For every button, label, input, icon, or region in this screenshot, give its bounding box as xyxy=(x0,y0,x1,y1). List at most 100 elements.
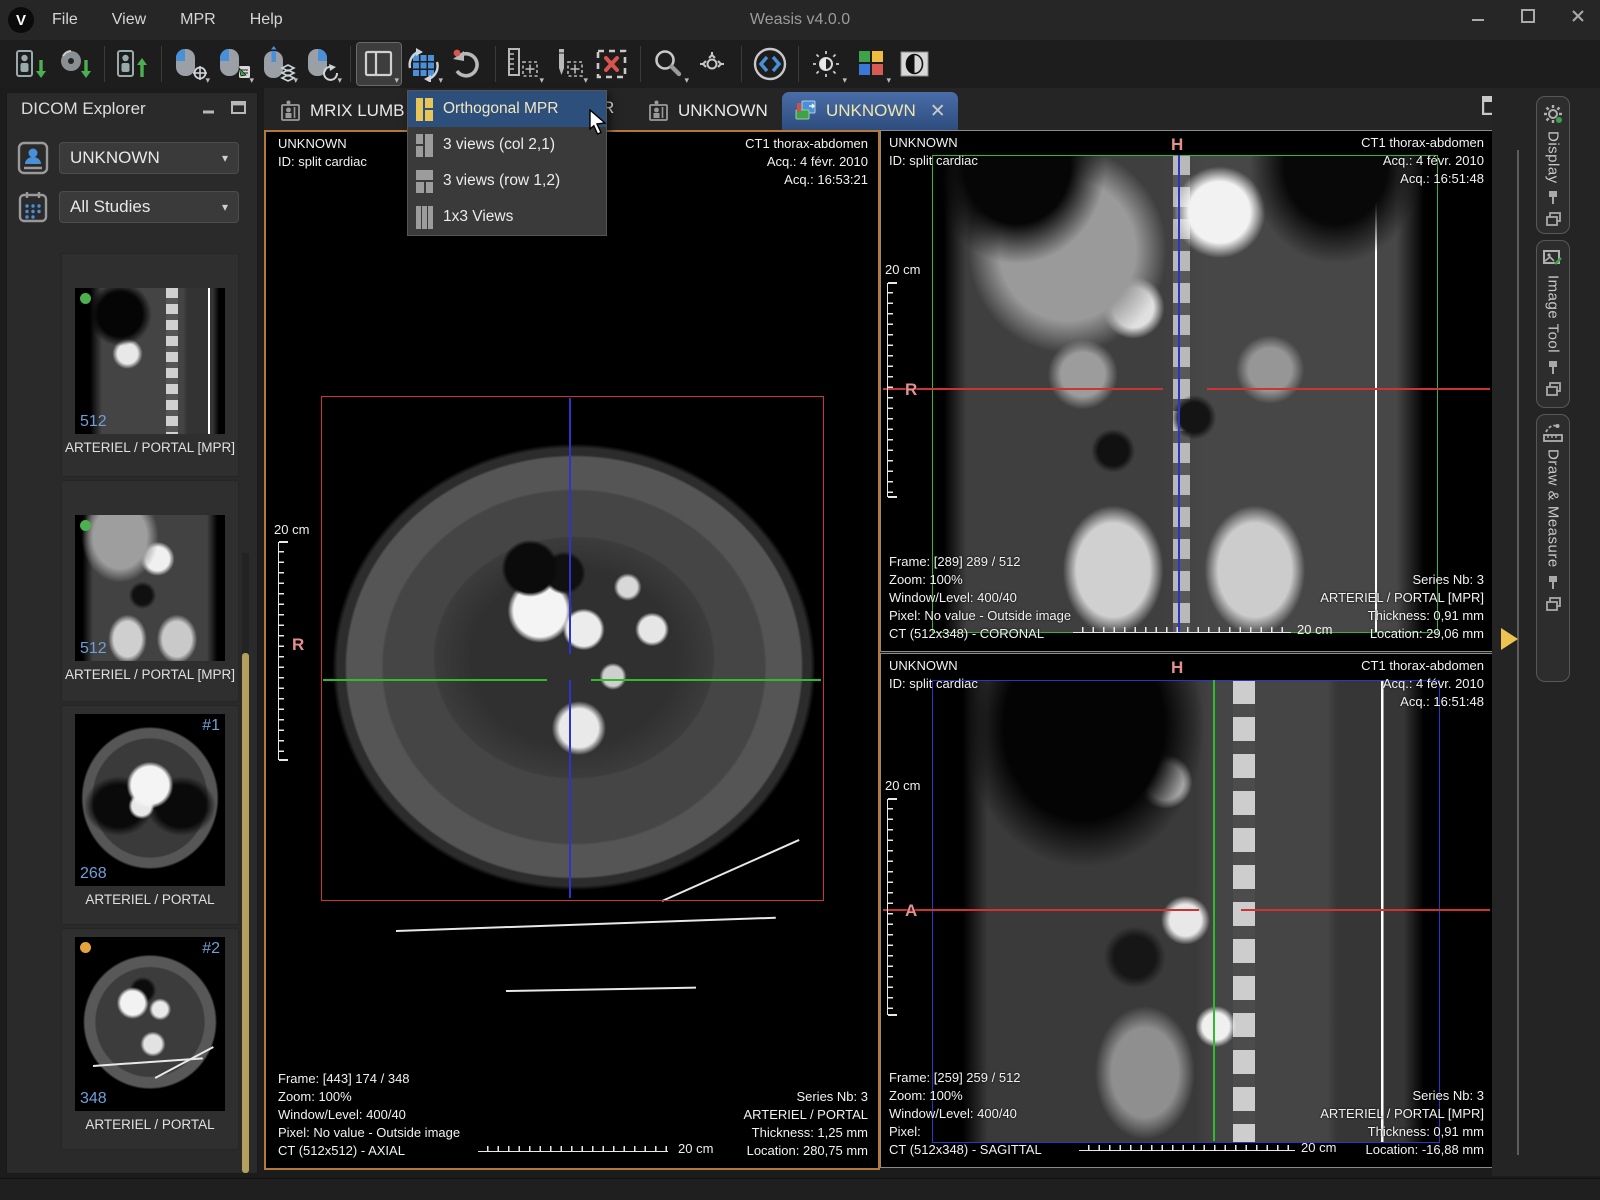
crosshair-coronal-line[interactable] xyxy=(1213,680,1215,1141)
loaded-status-dot xyxy=(80,520,91,531)
horizontal-ruler xyxy=(1073,625,1291,633)
series-label: ARTERIEL / PORTAL [MPR] xyxy=(62,440,238,463)
crosshair-sagittal-line[interactable] xyxy=(1178,155,1180,632)
scrollbar-thumb[interactable] xyxy=(242,653,249,1173)
maximize-icon[interactable] xyxy=(1520,8,1536,24)
series-thumbnail[interactable]: 512 ARTERIEL / PORTAL [MPR] xyxy=(61,480,239,702)
best-fit-icon[interactable] xyxy=(748,43,792,85)
cd-import-icon[interactable] xyxy=(54,43,98,85)
close-icon[interactable] xyxy=(1570,8,1586,24)
layout-1x3-icon xyxy=(416,206,433,229)
study-select[interactable]: All Studies▾ xyxy=(59,191,239,223)
vertical-ruler xyxy=(887,799,895,1015)
explorer-scrollbar[interactable] xyxy=(242,553,249,1173)
explorer-title: DICOM Explorer xyxy=(21,99,146,119)
reset-icon[interactable] xyxy=(445,43,489,85)
gear-icon xyxy=(1543,104,1563,124)
mouse-right-rotate-icon[interactable]: ▾ xyxy=(300,43,344,85)
app-logo-icon: V xyxy=(8,7,34,33)
measure-icon[interactable]: ▾ xyxy=(502,43,546,85)
mouse-left-context-icon[interactable]: ▾ xyxy=(212,43,256,85)
horizontal-ruler xyxy=(478,1144,668,1152)
series-thumbnail[interactable]: #1 268 ARTERIEL / PORTAL xyxy=(61,705,239,925)
dicom-export-icon[interactable] xyxy=(111,43,155,85)
dicom-import-icon[interactable] xyxy=(10,43,54,85)
coronal-view[interactable]: H R 20 cm 20 cm UNKNOWNID: split cardiac… xyxy=(880,130,1493,652)
mouse-cursor-icon xyxy=(586,109,612,137)
frame-overlay: Frame: [443] 174 / 348Zoom: 100%Window/L… xyxy=(278,1070,460,1160)
right-panel-strip: Display Image Tool Draw & Measure xyxy=(1492,88,1600,1176)
detach-window-icon[interactable] xyxy=(1546,597,1561,611)
series-thumbnail[interactable]: #2 348 ARTERIEL / PORTAL xyxy=(61,928,239,1150)
xray-patient-icon xyxy=(648,100,670,122)
title-bar: V File View MPR Help Weasis v4.0.0 xyxy=(0,0,1600,40)
delete-measure-icon[interactable] xyxy=(590,43,634,85)
tab-image-tool[interactable]: Image Tool xyxy=(1536,240,1570,408)
pin-icon[interactable] xyxy=(1546,190,1560,205)
series-number-badge: #1 xyxy=(202,717,220,735)
crosshair-sagittal-line[interactable] xyxy=(569,398,571,654)
menu-bar: File View MPR Help xyxy=(52,11,283,29)
menu-item-1x3-views[interactable]: 1x3 Views xyxy=(408,199,606,235)
menu-item-orthogonal-mpr[interactable]: Orthogonal MPR xyxy=(408,91,606,127)
panel-restore-icon[interactable] xyxy=(231,100,247,121)
layout-icon[interactable]: ▾ xyxy=(357,43,401,85)
mouse-middle-series-icon[interactable]: ▾ xyxy=(256,43,300,85)
patient-select[interactable]: UNKNOWN▾ xyxy=(59,142,239,174)
crosshair-coronal-line[interactable] xyxy=(323,679,547,681)
series-label: ARTERIEL / PORTAL xyxy=(62,1117,238,1140)
layout-dropdown-menu: Orthogonal MPR 3 views (col 2,1) 3 views… xyxy=(407,90,607,236)
tab-display[interactable]: Display xyxy=(1536,96,1570,234)
tab-draw-measure[interactable]: Draw & Measure xyxy=(1536,414,1570,682)
study-overlay: CT1 thorax-abdomenAcq.: 4 févr. 2010Acq.… xyxy=(1361,134,1484,188)
tab-unknown-active[interactable]: UNKNOWN ✕ xyxy=(782,92,958,130)
menu-item-3views-col[interactable]: 3 views (col 2,1) xyxy=(408,127,606,163)
study-calendar-icon xyxy=(17,190,49,224)
invert-lut-icon[interactable] xyxy=(893,43,937,85)
menu-item-3views-row[interactable]: 3 views (row 1,2) xyxy=(408,163,606,199)
draw-measure-icon xyxy=(1543,422,1563,442)
axial-view[interactable]: R 20 cm 20 cm UNKNOWNID: split cardiac C… xyxy=(264,130,880,1170)
menu-view[interactable]: View xyxy=(112,11,146,29)
main-toolbar: ▾ ▾ ▾ ▾ ▾ ▾ ▾ ▾ ▾ ▾ ▾ xyxy=(0,40,1600,88)
crosshair-axial-line[interactable] xyxy=(883,909,1199,911)
crosshair-axial-line[interactable] xyxy=(1207,388,1490,390)
image-count: 512 xyxy=(80,413,107,431)
series-thumbnail[interactable]: 512 ARTERIEL / PORTAL [MPR] xyxy=(61,253,239,477)
crosshair-axial-line[interactable] xyxy=(1241,909,1490,911)
mouse-left-pointer-icon[interactable]: ▾ xyxy=(168,43,212,85)
patient-overlay: UNKNOWNID: split cardiac xyxy=(889,657,978,693)
tab-unknown-1[interactable]: UNKNOWN xyxy=(636,92,780,130)
series-overlay: Series Nb: 3ARTERIEL / PORTALThickness: … xyxy=(743,1088,868,1160)
menu-mpr[interactable]: MPR xyxy=(180,11,216,29)
close-tab-icon[interactable]: ✕ xyxy=(930,100,946,123)
window-level-icon[interactable]: ▾ xyxy=(805,43,849,85)
frame-slider-thumb[interactable] xyxy=(1501,628,1518,650)
crosshair-sagittal-line[interactable] xyxy=(569,680,571,898)
synch-icon[interactable]: ▾ xyxy=(401,43,445,85)
dicom-explorer-panel: DICOM Explorer UNKNOWN▾ All Studies▾ 512… xyxy=(6,92,258,1174)
pin-icon[interactable] xyxy=(1546,360,1560,375)
frame-slider-track[interactable] xyxy=(1517,150,1519,1155)
panel-minimize-icon[interactable] xyxy=(201,100,217,121)
crosshair-coronal-line[interactable] xyxy=(591,679,821,681)
ruler-label: 20 cm xyxy=(885,778,920,793)
menu-help[interactable]: Help xyxy=(250,11,283,29)
pin-icon[interactable] xyxy=(1546,575,1560,590)
lut-palette-icon[interactable]: ▾ xyxy=(849,43,893,85)
menu-file[interactable]: File xyxy=(52,11,78,29)
image-tool-icon xyxy=(1543,248,1563,268)
chevron-down-icon: ▾ xyxy=(222,151,228,165)
detach-window-icon[interactable] xyxy=(1546,382,1561,396)
draw-icon[interactable]: ▾ xyxy=(546,43,590,85)
series-label: ARTERIEL / PORTAL [MPR] xyxy=(62,667,238,690)
pan-icon[interactable] xyxy=(691,43,735,85)
study-overlay: CT1 thorax-abdomenAcq.: 4 févr. 2010Acq.… xyxy=(745,135,868,189)
minimize-icon[interactable] xyxy=(1470,8,1486,24)
zoom-icon[interactable]: ▾ xyxy=(647,43,691,85)
sagittal-view[interactable]: H A 20 cm 20 cm UNKNOWNID: split cardiac… xyxy=(880,653,1493,1168)
crosshair-axial-line[interactable] xyxy=(883,388,1163,390)
orientation-marker-left: R xyxy=(905,380,917,400)
detach-window-icon[interactable] xyxy=(1546,212,1561,226)
tab-mrix-lumb[interactable]: MRIX LUMB xyxy=(268,92,416,130)
